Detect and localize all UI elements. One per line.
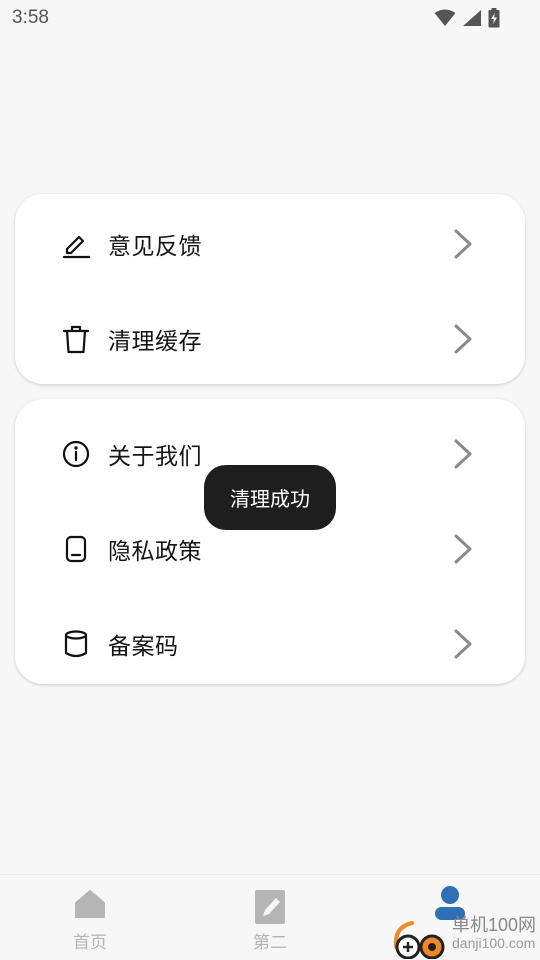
toast-message: 清理成功: [204, 465, 336, 530]
menu-label-privacy: 隐私政策: [108, 538, 202, 565]
battery-charging-icon: [488, 8, 500, 28]
chevron-right-icon: [453, 628, 473, 660]
trash-icon: [61, 324, 91, 354]
status-time: 3:58: [12, 7, 49, 28]
menu-item-filing-code[interactable]: 备案码: [15, 596, 525, 691]
cylinder-icon: [61, 629, 91, 659]
wifi-icon: [434, 9, 456, 27]
chevron-right-icon: [453, 323, 473, 355]
nav-label-second: 第二: [253, 933, 287, 953]
watermark-logo-icon: [390, 917, 456, 960]
screen: 3:58 意见反馈 清理缓存 关于我们 隐私政策 备案码 清理成功 首页 第二 …: [0, 0, 540, 960]
menu-item-clear-cache[interactable]: 清理缓存: [15, 291, 525, 386]
edit-doc-icon: [254, 889, 286, 925]
signal-icon: [462, 9, 482, 27]
nav-label-home: 首页: [73, 933, 107, 953]
nav-tab-second[interactable]: 第二: [180, 875, 360, 960]
document-icon: [61, 534, 91, 564]
watermark: 单机100网 danji100.com: [390, 905, 540, 960]
status-icons: [434, 8, 500, 28]
nav-tab-home[interactable]: 首页: [0, 875, 180, 960]
settings-card-1: 意见反馈 清理缓存: [15, 194, 525, 384]
chevron-right-icon: [453, 533, 473, 565]
menu-label-feedback: 意见反馈: [108, 233, 202, 260]
settings-card-2: 关于我们 隐私政策 备案码: [15, 399, 525, 684]
home-icon: [74, 889, 106, 919]
menu-label-clear-cache: 清理缓存: [108, 328, 202, 355]
status-bar: 3:58: [0, 0, 540, 38]
chevron-right-icon: [453, 438, 473, 470]
edit-icon: [61, 229, 91, 259]
info-icon: [61, 439, 91, 469]
menu-label-about: 关于我们: [108, 443, 202, 470]
menu-label-filing-code: 备案码: [108, 633, 179, 660]
watermark-url: danji100.com: [452, 935, 536, 951]
chevron-right-icon: [453, 228, 473, 260]
watermark-title: 单机100网: [452, 915, 537, 935]
menu-item-feedback[interactable]: 意见反馈: [15, 196, 525, 291]
